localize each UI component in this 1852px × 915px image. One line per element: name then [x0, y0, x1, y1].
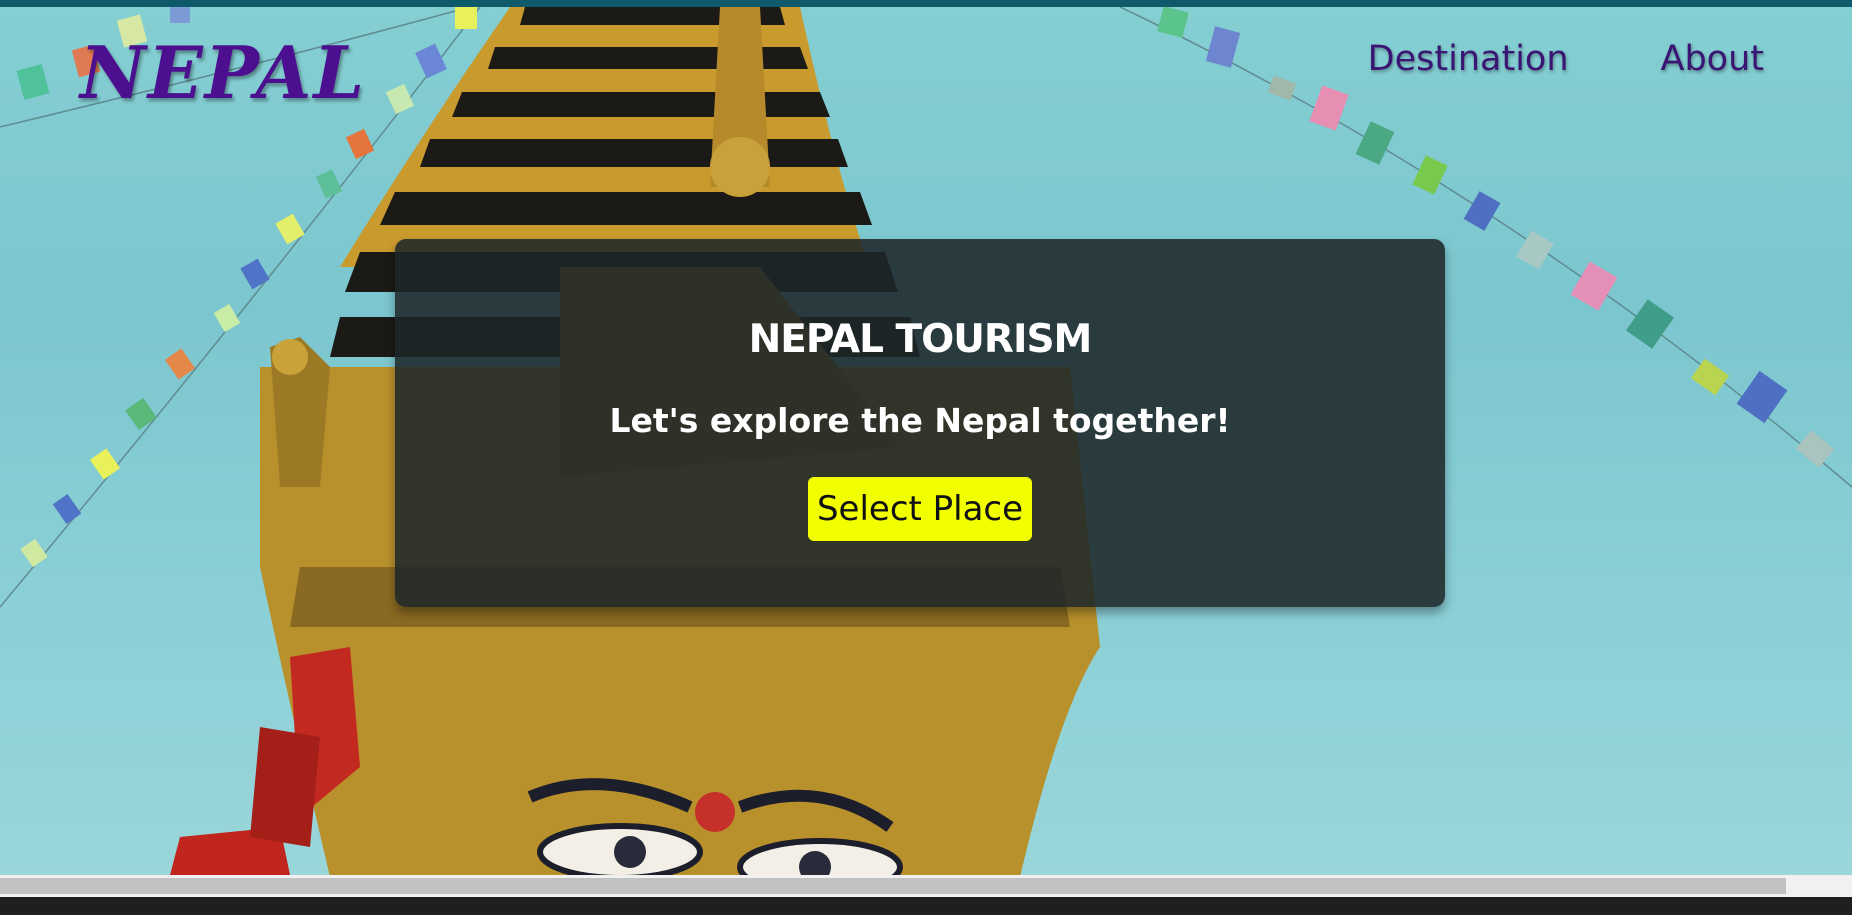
- nav-link-about[interactable]: About: [1661, 39, 1764, 79]
- os-taskbar: [0, 897, 1852, 915]
- scrollbar-thumb[interactable]: [0, 878, 1786, 894]
- hero-section: NEPAL Destination About NEPAL TOURISM Le…: [0, 7, 1852, 875]
- select-place-button[interactable]: Select Place: [808, 477, 1032, 541]
- hero-subtitle: Let's explore the Nepal together!: [609, 401, 1231, 440]
- main-nav: Destination About: [1368, 39, 1764, 79]
- hero-title: NEPAL TOURISM: [748, 317, 1093, 362]
- nav-link-destination[interactable]: Destination: [1368, 39, 1569, 79]
- site-logo[interactable]: NEPAL: [80, 37, 366, 109]
- page: NEPAL Destination About NEPAL TOURISM Le…: [0, 0, 1852, 915]
- browser-top-strip: [0, 0, 1852, 7]
- hero-card: NEPAL TOURISM Let's explore the Nepal to…: [395, 239, 1445, 607]
- horizontal-scrollbar[interactable]: [0, 875, 1852, 897]
